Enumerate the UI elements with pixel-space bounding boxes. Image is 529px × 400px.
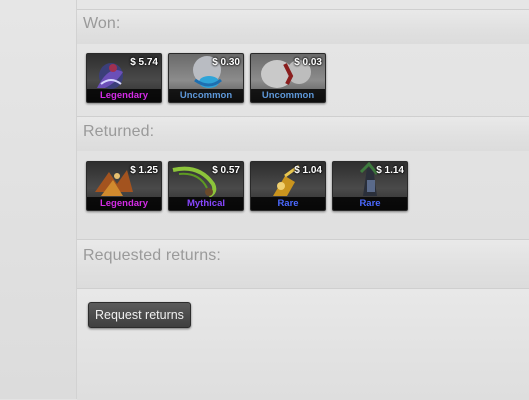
- page: Won: $ 5.74 Legendary $ 0.30 Uncommon $ …: [0, 0, 529, 400]
- item-price: $ 1.04: [294, 165, 322, 176]
- won-item-2[interactable]: $ 0.30 Uncommon: [168, 53, 244, 103]
- item-price: $ 1.25: [130, 165, 158, 176]
- item-rarity: Rare: [333, 197, 407, 210]
- item-rarity: Rare: [251, 197, 325, 210]
- returned-item-3[interactable]: $ 1.04 Rare: [250, 161, 326, 211]
- returned-item-2[interactable]: $ 0.57 Mythical: [168, 161, 244, 211]
- returned-item-1[interactable]: $ 1.25 Legendary: [86, 161, 162, 211]
- item-price: $ 0.30: [212, 57, 240, 68]
- returned-title: Returned:: [83, 123, 155, 140]
- request-returns-button[interactable]: Request returns: [88, 302, 191, 328]
- item-rarity: Legendary: [87, 197, 161, 210]
- item-rarity: Uncommon: [251, 89, 325, 102]
- won-items: $ 5.74 Legendary $ 0.30 Uncommon $ 0.03 …: [86, 53, 326, 103]
- won-title: Won:: [83, 15, 121, 32]
- item-rarity: Legendary: [87, 89, 161, 102]
- item-price: $ 5.74: [130, 57, 158, 68]
- requested-title: Requested returns:: [83, 247, 221, 264]
- won-header: [77, 9, 529, 44]
- item-rarity: Uncommon: [169, 89, 243, 102]
- won-item-3[interactable]: $ 0.03 Uncommon: [250, 53, 326, 103]
- item-rarity: Mythical: [169, 197, 243, 210]
- won-item-1[interactable]: $ 5.74 Legendary: [86, 53, 162, 103]
- item-price: $ 0.57: [212, 165, 240, 176]
- returned-item-4[interactable]: $ 1.14 Rare: [332, 161, 408, 211]
- item-price: $ 1.14: [376, 165, 404, 176]
- item-price: $ 0.03: [294, 57, 322, 68]
- returned-items: $ 1.25 Legendary $ 0.57 Mythical $ 1.04 …: [86, 161, 408, 211]
